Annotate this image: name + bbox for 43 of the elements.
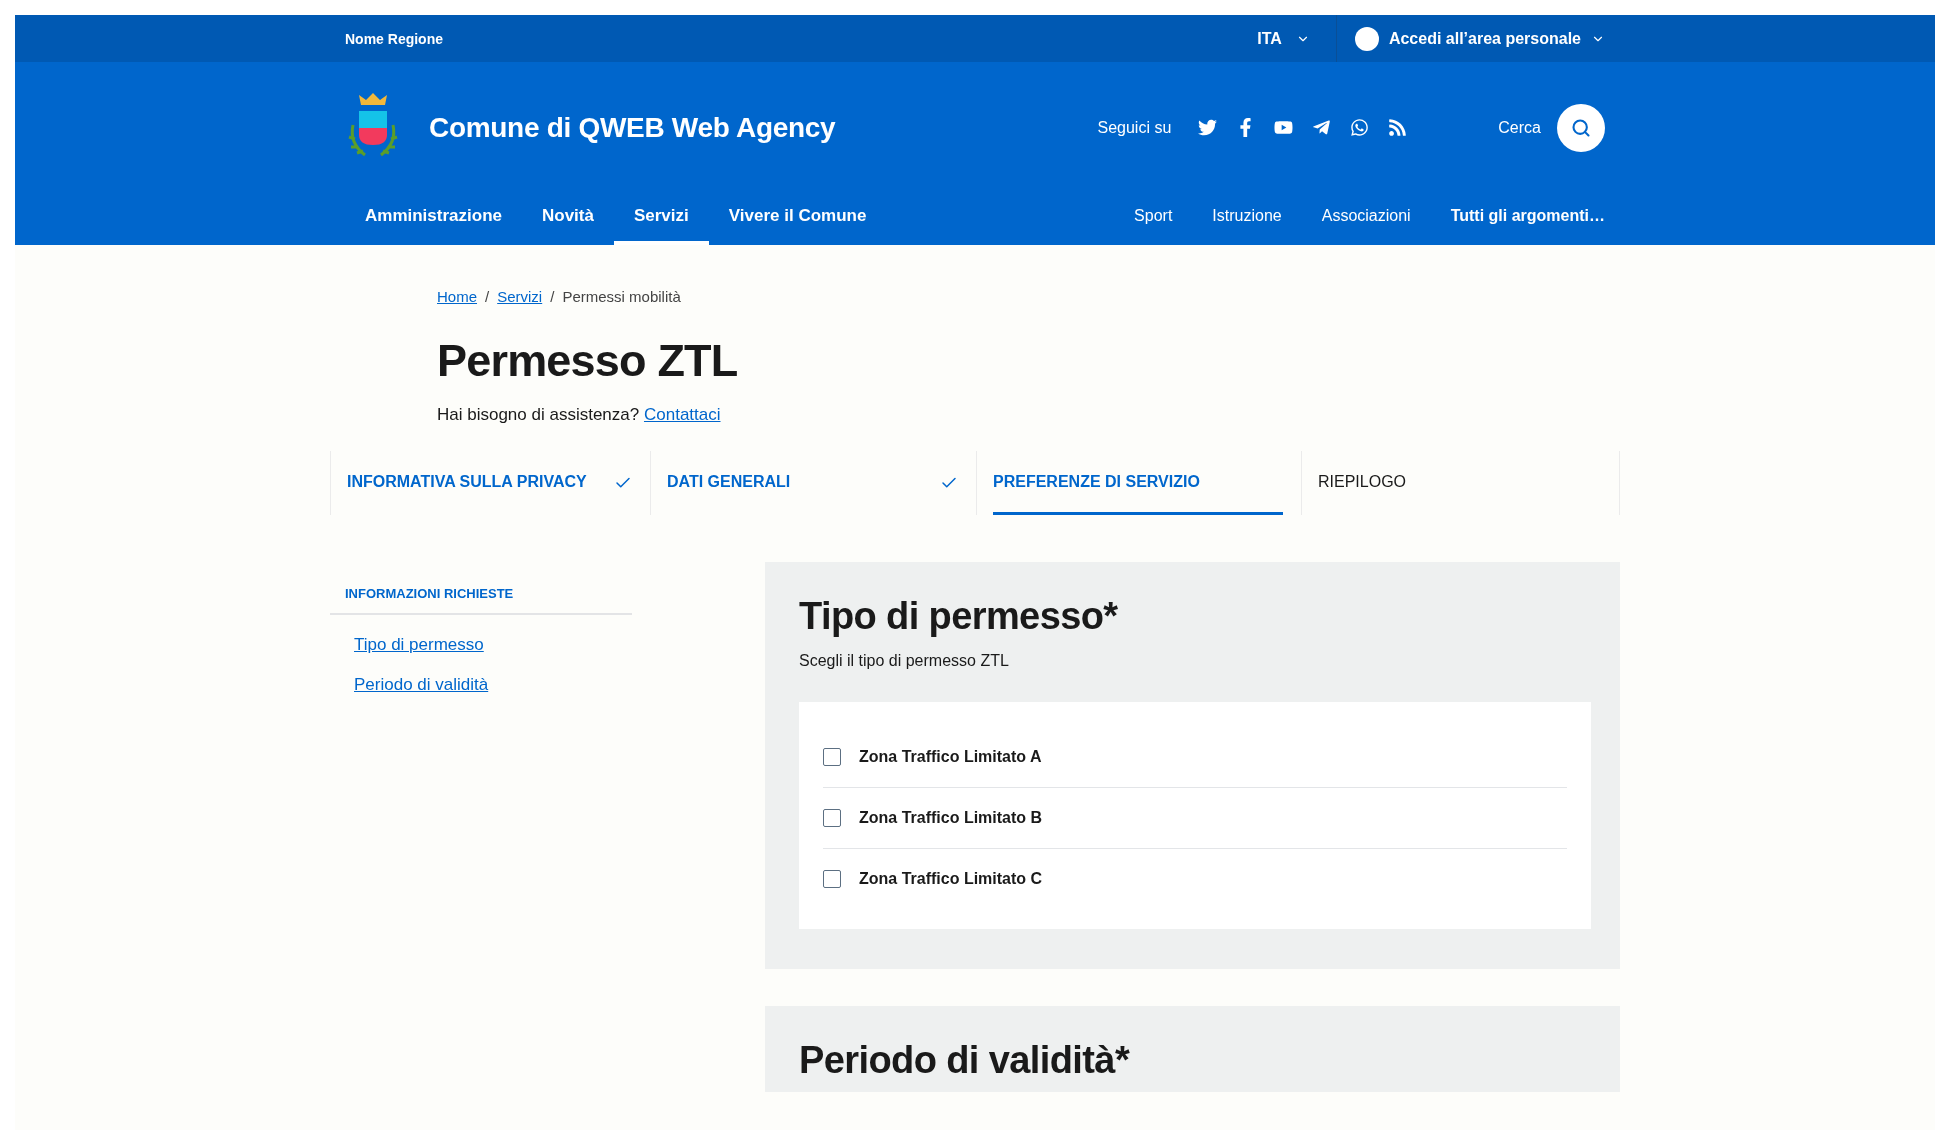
step-tab[interactable]: PREFERENZE DI SERVIZIO xyxy=(976,451,1301,515)
nav-item[interactable]: Vivere il Comune xyxy=(708,187,887,245)
step-tab[interactable]: RIEPILOGO xyxy=(1301,451,1620,515)
step-tab[interactable]: INFORMATIVA SULLA PRIVACY xyxy=(330,451,650,515)
section-title: Tipo di permesso* xyxy=(799,595,1119,638)
checkbox[interactable] xyxy=(823,747,841,766)
help-text: Hai bisogno di assistenza? xyxy=(437,405,641,424)
step-tab[interactable]: DATI GENERALI xyxy=(650,451,976,515)
breadcrumb-separator: / xyxy=(550,288,555,305)
follow-label: Seguici su xyxy=(1097,118,1172,137)
rss-icon[interactable] xyxy=(1387,117,1409,138)
breadcrumb-current: Permessi mobilità xyxy=(562,288,681,305)
avatar-icon xyxy=(1354,26,1379,51)
nav-item[interactable]: Servizi xyxy=(613,187,709,245)
topic-link[interactable]: Istruzione xyxy=(1172,187,1282,245)
topic-link[interactable]: Tutti gli argomenti… xyxy=(1410,187,1605,245)
login-button[interactable]: Accedi all’area personale xyxy=(1336,15,1605,62)
region-name: Nome Regione xyxy=(345,30,443,47)
sidebar-link[interactable]: Tipo di permesso xyxy=(354,635,484,655)
section-subtitle: Scegli il tipo di permesso ZTL xyxy=(799,652,1010,670)
checkbox[interactable] xyxy=(823,809,841,827)
page-title: Permesso ZTL xyxy=(437,335,739,387)
breadcrumb-link[interactable]: Home xyxy=(437,288,477,305)
topic-link[interactable]: Associazioni xyxy=(1281,187,1411,245)
option-label: Zona Traffico Limitato C xyxy=(859,870,1043,888)
option-label: Zona Traffico Limitato A xyxy=(859,747,1042,766)
site-title[interactable]: Comune di QWEB Web Agency xyxy=(429,111,836,144)
contact-link[interactable]: Contattaci xyxy=(643,405,721,424)
search-icon xyxy=(1571,117,1591,138)
whatsapp-icon[interactable] xyxy=(1349,117,1371,138)
search-label: Cerca xyxy=(1498,118,1541,137)
sidebar-link[interactable]: Periodo di validità xyxy=(354,675,489,695)
option-label: Zona Traffico Limitato B xyxy=(859,809,1043,827)
sidebar-title: INFORMAZIONI RICHIESTE xyxy=(330,586,632,615)
nav-item[interactable]: Amministrazione xyxy=(345,187,522,245)
checkbox[interactable] xyxy=(823,870,841,888)
breadcrumb-link[interactable]: Servizi xyxy=(497,288,543,305)
breadcrumb-separator: / xyxy=(485,288,490,305)
search-button[interactable] xyxy=(1557,103,1605,152)
twitter-icon[interactable] xyxy=(1197,117,1219,138)
section-title: Periodo di validità* xyxy=(799,1039,1131,1082)
nav-item[interactable]: Novità xyxy=(522,187,614,245)
topic-link[interactable]: Sport xyxy=(1094,187,1173,245)
